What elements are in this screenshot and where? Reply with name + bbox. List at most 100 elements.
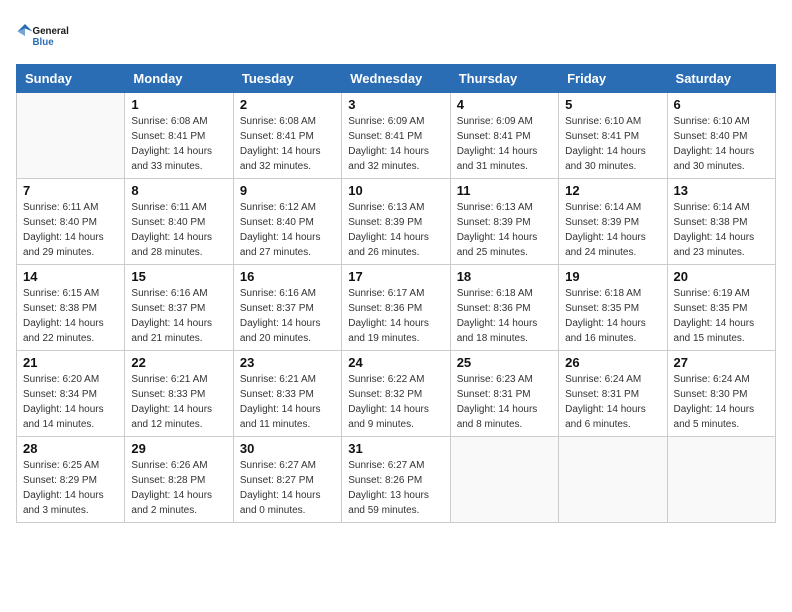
day-number: 28 <box>23 441 118 456</box>
day-info-text: Sunrise: 6:24 AM <box>674 372 769 387</box>
day-info-text: and 32 minutes. <box>240 159 335 174</box>
day-info-text: Daylight: 14 hours <box>131 488 226 503</box>
day-info-text: and 30 minutes. <box>565 159 660 174</box>
calendar-day-cell <box>667 437 775 523</box>
day-info-text: Sunset: 8:34 PM <box>23 387 118 402</box>
day-info-text: Sunset: 8:36 PM <box>348 301 443 316</box>
calendar-header-monday: Monday <box>125 65 233 93</box>
calendar-day-cell: 2Sunrise: 6:08 AMSunset: 8:41 PMDaylight… <box>233 93 341 179</box>
day-number: 27 <box>674 355 769 370</box>
day-number: 4 <box>457 97 552 112</box>
day-info-text: and 15 minutes. <box>674 331 769 346</box>
calendar-day-cell <box>559 437 667 523</box>
day-info-text: Daylight: 13 hours <box>348 488 443 503</box>
calendar-day-cell: 30Sunrise: 6:27 AMSunset: 8:27 PMDayligh… <box>233 437 341 523</box>
day-info-text: and 8 minutes. <box>457 417 552 432</box>
logo: General Blue <box>16 16 76 56</box>
day-info-text: and 26 minutes. <box>348 245 443 260</box>
day-info-text: Sunset: 8:41 PM <box>565 129 660 144</box>
day-number: 22 <box>131 355 226 370</box>
calendar-day-cell: 12Sunrise: 6:14 AMSunset: 8:39 PMDayligh… <box>559 179 667 265</box>
day-info-text: Sunrise: 6:18 AM <box>565 286 660 301</box>
day-info-text: Sunrise: 6:11 AM <box>23 200 118 215</box>
day-info-text: Daylight: 14 hours <box>240 488 335 503</box>
day-info-text: Sunrise: 6:12 AM <box>240 200 335 215</box>
day-number: 15 <box>131 269 226 284</box>
calendar-header-thursday: Thursday <box>450 65 558 93</box>
day-info-text: Sunrise: 6:08 AM <box>131 114 226 129</box>
day-number: 18 <box>457 269 552 284</box>
day-info-text: Sunrise: 6:26 AM <box>131 458 226 473</box>
day-info-text: Sunrise: 6:14 AM <box>674 200 769 215</box>
day-info-text: and 0 minutes. <box>240 503 335 518</box>
calendar-day-cell: 18Sunrise: 6:18 AMSunset: 8:36 PMDayligh… <box>450 265 558 351</box>
day-number: 20 <box>674 269 769 284</box>
day-info-text: Daylight: 14 hours <box>348 144 443 159</box>
day-info-text: Daylight: 14 hours <box>348 230 443 245</box>
day-info-text: Daylight: 14 hours <box>457 316 552 331</box>
day-info-text: and 25 minutes. <box>457 245 552 260</box>
day-info-text: Daylight: 14 hours <box>565 144 660 159</box>
day-info-text: and 19 minutes. <box>348 331 443 346</box>
calendar-day-cell: 5Sunrise: 6:10 AMSunset: 8:41 PMDaylight… <box>559 93 667 179</box>
calendar-day-cell: 21Sunrise: 6:20 AMSunset: 8:34 PMDayligh… <box>17 351 125 437</box>
day-info-text: and 30 minutes. <box>674 159 769 174</box>
day-info-text: and 28 minutes. <box>131 245 226 260</box>
calendar-week-row: 7Sunrise: 6:11 AMSunset: 8:40 PMDaylight… <box>17 179 776 265</box>
day-number: 14 <box>23 269 118 284</box>
day-info-text: and 27 minutes. <box>240 245 335 260</box>
day-info-text: Daylight: 14 hours <box>131 316 226 331</box>
calendar-header-sunday: Sunday <box>17 65 125 93</box>
calendar-header-wednesday: Wednesday <box>342 65 450 93</box>
day-info-text: Sunrise: 6:09 AM <box>457 114 552 129</box>
day-info-text: Daylight: 14 hours <box>674 402 769 417</box>
day-number: 2 <box>240 97 335 112</box>
day-info-text: Sunset: 8:41 PM <box>131 129 226 144</box>
calendar-day-cell: 13Sunrise: 6:14 AMSunset: 8:38 PMDayligh… <box>667 179 775 265</box>
day-info-text: and 11 minutes. <box>240 417 335 432</box>
day-info-text: Daylight: 14 hours <box>131 402 226 417</box>
day-info-text: Daylight: 14 hours <box>674 316 769 331</box>
day-info-text: Sunset: 8:37 PM <box>131 301 226 316</box>
day-info-text: Sunset: 8:33 PM <box>240 387 335 402</box>
day-info-text: Sunrise: 6:18 AM <box>457 286 552 301</box>
day-info-text: Daylight: 14 hours <box>348 316 443 331</box>
day-info-text: Sunset: 8:32 PM <box>348 387 443 402</box>
day-info-text: and 29 minutes. <box>23 245 118 260</box>
day-info-text: Sunset: 8:41 PM <box>240 129 335 144</box>
day-info-text: Daylight: 14 hours <box>23 316 118 331</box>
day-info-text: and 23 minutes. <box>674 245 769 260</box>
day-number: 26 <box>565 355 660 370</box>
day-info-text: and 31 minutes. <box>457 159 552 174</box>
day-number: 8 <box>131 183 226 198</box>
day-info-text: Sunset: 8:40 PM <box>131 215 226 230</box>
calendar-day-cell: 1Sunrise: 6:08 AMSunset: 8:41 PMDaylight… <box>125 93 233 179</box>
day-info-text: Sunset: 8:35 PM <box>565 301 660 316</box>
day-info-text: and 5 minutes. <box>674 417 769 432</box>
calendar-day-cell: 22Sunrise: 6:21 AMSunset: 8:33 PMDayligh… <box>125 351 233 437</box>
day-info-text: and 9 minutes. <box>348 417 443 432</box>
day-info-text: and 16 minutes. <box>565 331 660 346</box>
day-info-text: Sunset: 8:35 PM <box>674 301 769 316</box>
calendar-day-cell <box>17 93 125 179</box>
day-info-text: and 18 minutes. <box>457 331 552 346</box>
day-number: 19 <box>565 269 660 284</box>
day-info-text: Daylight: 14 hours <box>674 230 769 245</box>
calendar-day-cell: 24Sunrise: 6:22 AMSunset: 8:32 PMDayligh… <box>342 351 450 437</box>
day-info-text: Sunrise: 6:10 AM <box>565 114 660 129</box>
day-info-text: Sunrise: 6:23 AM <box>457 372 552 387</box>
day-info-text: Sunrise: 6:27 AM <box>348 458 443 473</box>
day-info-text: Daylight: 14 hours <box>131 230 226 245</box>
day-number: 25 <box>457 355 552 370</box>
day-info-text: Sunrise: 6:15 AM <box>23 286 118 301</box>
day-info-text: Sunset: 8:38 PM <box>23 301 118 316</box>
calendar-day-cell: 17Sunrise: 6:17 AMSunset: 8:36 PMDayligh… <box>342 265 450 351</box>
day-info-text: Sunset: 8:40 PM <box>23 215 118 230</box>
calendar-day-cell: 6Sunrise: 6:10 AMSunset: 8:40 PMDaylight… <box>667 93 775 179</box>
calendar-day-cell: 10Sunrise: 6:13 AMSunset: 8:39 PMDayligh… <box>342 179 450 265</box>
day-info-text: and 12 minutes. <box>131 417 226 432</box>
day-info-text: Sunrise: 6:10 AM <box>674 114 769 129</box>
day-number: 16 <box>240 269 335 284</box>
day-info-text: Sunset: 8:38 PM <box>674 215 769 230</box>
day-info-text: Sunrise: 6:08 AM <box>240 114 335 129</box>
